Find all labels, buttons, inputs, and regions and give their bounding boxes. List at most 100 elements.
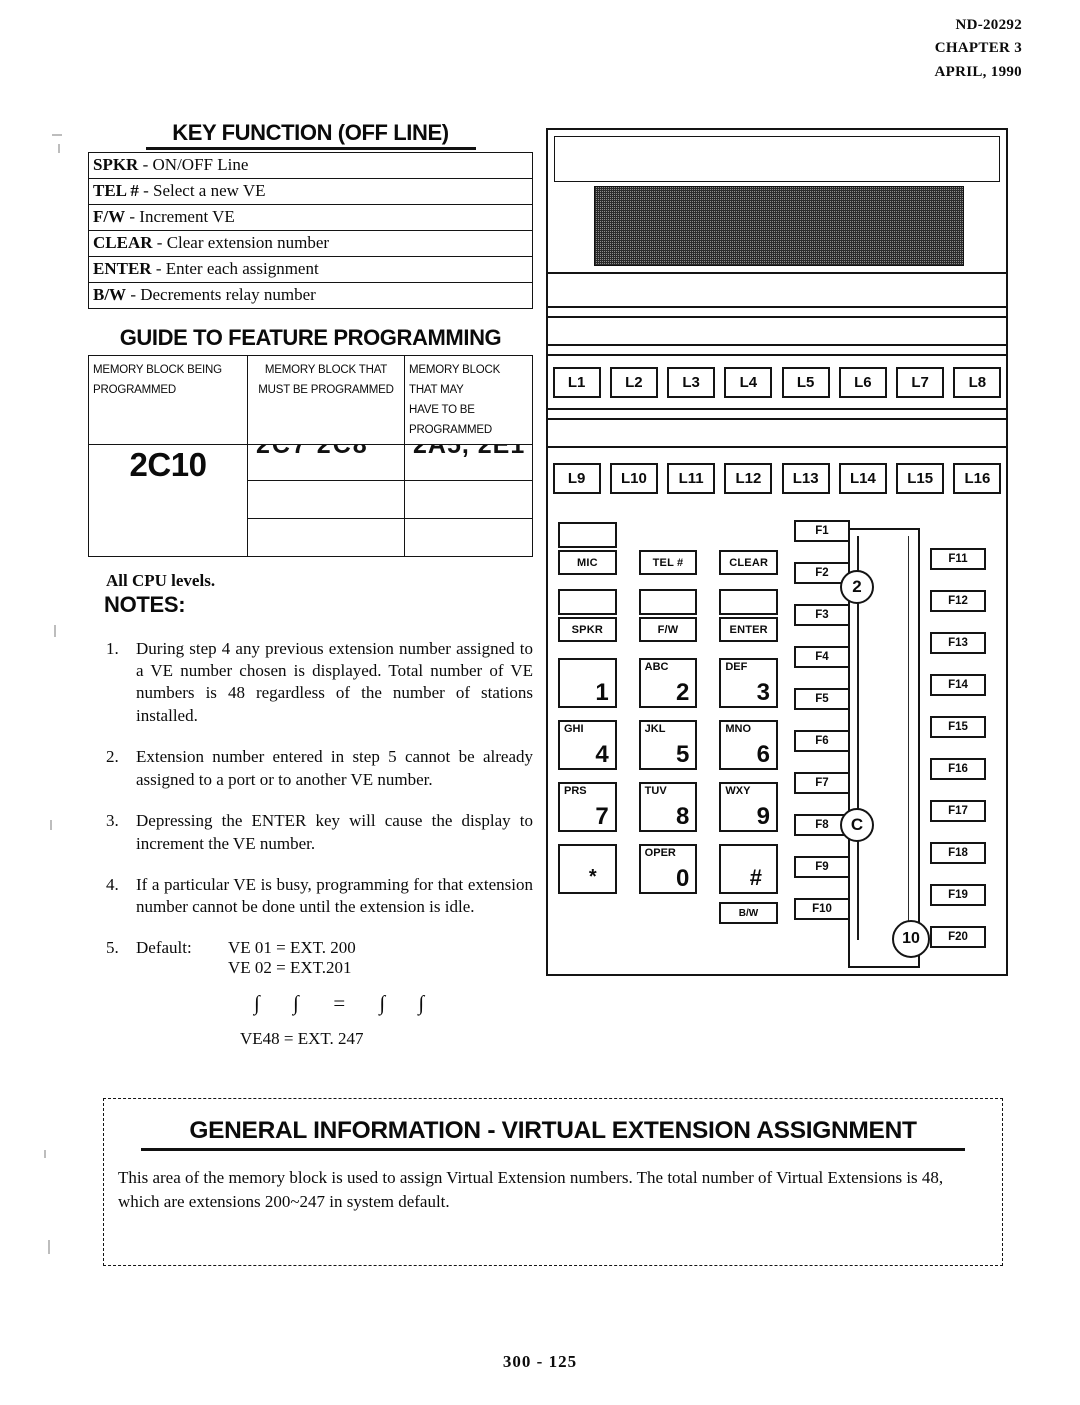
feature-key-f7[interactable]: F7 [794,772,850,794]
note-number: 4. [106,875,119,894]
tel-number-key-label: TEL # [638,550,698,575]
guide-col3-header-line2: HAVE TO BE PROGRAMMED [409,404,492,437]
scan-speck [54,625,56,637]
scan-speck [52,134,62,136]
feature-key-f14[interactable]: F14 [930,674,986,696]
key-function-title: KEY FUNCTION (OFF LINE) [145,120,476,150]
line-key-l11[interactable]: L11 [667,462,716,494]
fw-key[interactable]: F/W [638,589,698,642]
guide-empty-cell [247,517,405,557]
keypad-key-digit: # [749,865,763,890]
keypad-key-6[interactable]: MNO 6 [719,720,779,770]
feature-key-f11[interactable]: F11 [930,548,986,570]
keypad-key-alpha: OPER [644,847,676,859]
line-key-l14[interactable]: L14 [838,462,887,494]
keypad-key-0[interactable]: OPER 0 [638,844,698,894]
feature-key-f13[interactable]: F13 [930,632,986,654]
mic-key-label: MIC [558,550,617,575]
keypad-key-7[interactable]: PRS 7 [558,782,617,832]
enter-key[interactable]: ENTER [719,589,779,642]
feature-key-f19[interactable]: F19 [930,884,986,906]
keypad-key-2[interactable]: ABC 2 [638,658,698,708]
keypad-key-digit: 6 [756,741,771,768]
panel-divider [548,418,1006,420]
keypad-key-alpha: ABC [644,661,669,673]
default-continuation: ∫ ∫ = ∫ ∫ [254,990,439,1015]
line-key-l1[interactable]: L1 [552,366,601,398]
key-cap [558,522,617,548]
clear-key[interactable]: CLEAR [719,522,779,575]
key-desc: Select a new VE [153,181,266,200]
feature-key-f9[interactable]: F9 [794,856,850,878]
guide-empty-cell [247,479,405,519]
may-have-to-be-programmed-cell: 2A5, 2E1 [404,443,533,481]
note-number: 1. [106,638,119,658]
feature-key-f17[interactable]: F17 [930,800,986,822]
keypad-key-hash[interactable]: # [719,844,779,894]
must-be-programmed-cell: 2C7 2C8 [247,443,405,481]
keypad-key-alpha: TUV [644,785,667,797]
keypad-key-9[interactable]: WXY 9 [719,782,779,832]
keypad-key-digit: * [588,866,597,888]
keypad-key-8[interactable]: TUV 8 [638,782,698,832]
line-key-l15[interactable]: L15 [896,462,945,494]
keypad-row-2: GHI 4 JKL 5 MNO 6 [558,720,779,770]
line-key-l9[interactable]: L9 [552,462,601,494]
line-key-l16[interactable]: L16 [953,462,1002,494]
mic-key[interactable]: MIC [558,522,617,575]
feature-key-f18[interactable]: F18 [930,842,986,864]
feature-key-f1[interactable]: F1 [794,520,850,542]
line-key-l13[interactable]: L13 [781,462,830,494]
line-key-l12[interactable]: L12 [724,462,773,494]
key-desc: ON/OFF Line [152,155,249,174]
line-key-l2[interactable]: L2 [609,366,658,398]
keypad-key-4[interactable]: GHI 4 [558,720,617,770]
feature-key-f4[interactable]: F4 [794,646,850,668]
keypad-key-digit: 4 [595,741,609,768]
key-sep: - [143,181,149,200]
chapter-label: CHAPTER 3 [934,40,1022,57]
panel-divider [548,316,1006,318]
panel-divider [548,306,1006,308]
keypad-key-digit: 1 [595,679,609,706]
keypad-key-alpha: PRS [564,785,587,797]
keypad-row-1: 1 ABC 2 DEF 3 [558,658,779,708]
note-number: 5. [106,937,119,957]
list-item: 1. During step 4 any previous extension … [88,638,533,728]
line-key-l7[interactable]: L7 [896,366,945,398]
feature-key-f15[interactable]: F15 [930,716,986,738]
line-key-l8[interactable]: L8 [953,366,1002,398]
line-key-l5[interactable]: L5 [781,366,830,398]
general-information-box: GENERAL INFORMATION - VIRTUAL EXTENSION … [103,1098,1003,1266]
line-key-l3[interactable]: L3 [667,366,716,398]
keypad-key-5[interactable]: JKL 5 [638,720,698,770]
feature-key-f5[interactable]: F5 [794,688,850,710]
guide-col1-header-line1: MEMORY BLOCK BEING [93,364,222,376]
bw-key[interactable]: B/W [719,902,778,924]
doc-number: ND-20292 [955,17,1022,33]
keypad-key-3[interactable]: DEF 3 [719,658,779,708]
feature-key-f12[interactable]: F12 [930,590,986,612]
guide-col1-header-line2: PROGRAMMED [93,384,176,397]
key-desc: Decrements relay number [140,285,316,304]
general-information-title: GENERAL INFORMATION - VIRTUAL EXTENSION … [141,1117,965,1151]
line-key-l4[interactable]: L4 [724,366,773,398]
feature-key-f20[interactable]: F20 [930,926,986,948]
key-name: TEL # [93,181,139,200]
line-key-l10[interactable]: L10 [609,462,658,494]
keypad-key-1[interactable]: 1 [558,658,617,708]
feature-key-f3[interactable]: F3 [794,604,850,626]
scan-speck [50,820,52,830]
tel-number-key[interactable]: TEL # [638,522,698,575]
spkr-key[interactable]: SPKR [558,589,617,642]
feature-key-f16[interactable]: F16 [930,758,986,780]
keypad-key-star[interactable]: * [558,844,617,894]
list-item: 2. Extension number entered in step 5 ca… [88,746,533,791]
memory-block-value: 2C10 [88,443,248,557]
feature-key-f10[interactable]: F10 [794,898,850,920]
guide-col3-header-line1: MEMORY BLOCK THAT MAY [409,364,501,397]
feature-key-f6[interactable]: F6 [794,730,850,752]
line-key-l6[interactable]: L6 [838,366,887,398]
table-row: ENTER - Enter each assignment [88,256,533,283]
guide-col2-header: MEMORY BLOCK THAT MUST BE PROGRAMMED [247,355,405,445]
